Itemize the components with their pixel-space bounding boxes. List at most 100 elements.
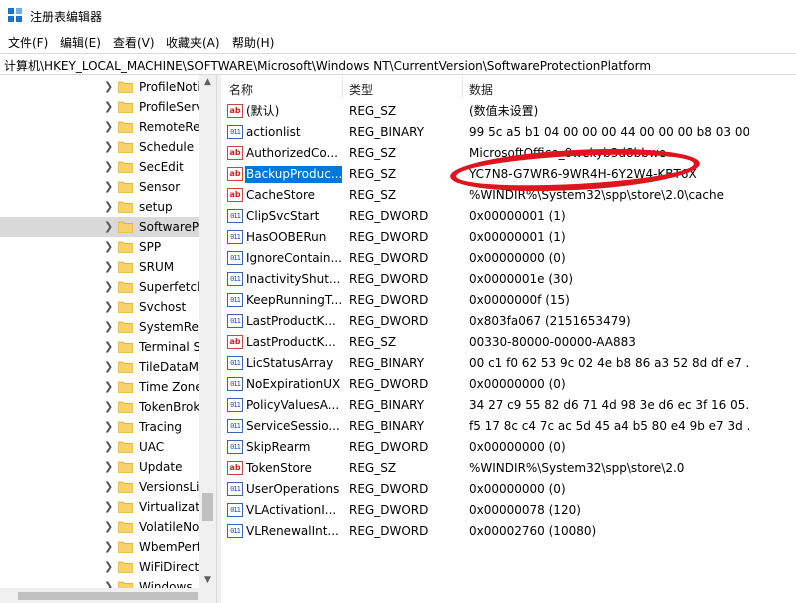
tree-item[interactable]: ❯ Schedule — [0, 137, 200, 157]
tree-item[interactable]: ❯ VolatileNotifications — [0, 517, 200, 537]
value-name: IgnoreContain... — [246, 251, 342, 265]
chevron-right-icon[interactable]: ❯ — [104, 200, 114, 213]
tree-item[interactable]: ❯ TileDataModel — [0, 357, 200, 377]
chevron-right-icon[interactable]: ❯ — [104, 440, 114, 453]
chevron-right-icon[interactable]: ❯ — [104, 100, 114, 113]
tree-item[interactable]: ❯ UAC — [0, 437, 200, 457]
tree-horizontal-scrollbar[interactable] — [0, 588, 216, 603]
scroll-down-icon[interactable]: ▼ — [199, 573, 216, 588]
menu-file[interactable]: 文件(F) — [8, 34, 48, 51]
table-row[interactable]: ab (默认) REG_SZ (数值未设置) — [221, 101, 796, 122]
tree-item[interactable]: ❯ TokenBroker — [0, 397, 200, 417]
table-row[interactable]: 011 UserOperations REG_DWORD 0x00000000 (0) — [221, 479, 796, 500]
table-row[interactable]: 011 SkipRearm REG_DWORD 0x00000000 (0) — [221, 437, 796, 458]
value-name: CacheStore — [246, 188, 316, 202]
table-row[interactable]: 011 PolicyValuesA... REG_BINARY 34 27 c9 55… — [221, 395, 796, 416]
tree-item-label: Sensor — [139, 180, 181, 194]
table-row[interactable]: 011 KeepRunningT... REG_DWORD 0x0000000f (1… — [221, 290, 796, 311]
tree-item[interactable]: ❯ Superfetch — [0, 277, 200, 297]
column-separator[interactable] — [342, 77, 343, 98]
tree-item[interactable]: ❯ SecEdit — [0, 157, 200, 177]
scroll-up-icon[interactable]: ▲ — [199, 75, 216, 90]
tree-item[interactable]: ❯ VersionsList — [0, 477, 200, 497]
chevron-right-icon[interactable]: ❯ — [104, 140, 114, 153]
column-name[interactable]: 名称 — [229, 81, 253, 98]
tree-item[interactable]: ❯ Virtualization — [0, 497, 200, 517]
table-row[interactable]: ab BackupProduc... REG_SZ YC7N8-G7WR6-9WR4H… — [221, 164, 796, 185]
tree-item[interactable]: ❯ WbemPerf — [0, 537, 200, 557]
menu-edit[interactable]: 编辑(E) — [60, 34, 101, 51]
column-data[interactable]: 数据 — [469, 81, 493, 98]
column-separator[interactable] — [462, 77, 463, 98]
table-row[interactable]: 011 ClipSvcStart REG_DWORD 0x00000001 (1) — [221, 206, 796, 227]
tree-item[interactable]: ❯ ProfileService — [0, 97, 200, 117]
chevron-right-icon[interactable]: ❯ — [104, 220, 114, 233]
address-path[interactable]: 计算机\HKEY_LOCAL_MACHINE\SOFTWARE\Microsof… — [4, 57, 651, 74]
tree-item[interactable]: ❯ RemoteRegistry — [0, 117, 200, 137]
tree-item[interactable]: ❯ Terminal Server — [0, 337, 200, 357]
tree-item[interactable]: ❯ SRUM — [0, 257, 200, 277]
table-row[interactable]: 011 LicStatusArray REG_BINARY 00 c1 f0 62 5… — [221, 353, 796, 374]
chevron-right-icon[interactable]: ❯ — [104, 360, 114, 373]
table-row[interactable]: ab TokenStore REG_SZ %WINDIR%\System32\spp\… — [221, 458, 796, 479]
value-type: REG_DWORD — [349, 524, 429, 538]
chevron-right-icon[interactable]: ❯ — [104, 120, 114, 133]
chevron-right-icon[interactable]: ❯ — [104, 300, 114, 313]
value-list[interactable]: 名称 类型 数据 ab (默认) REG_SZ (数值未设置) 011 actionlis… — [221, 75, 796, 603]
table-row[interactable]: 011 VLActivationI... REG_DWORD 0x00000078 (… — [221, 500, 796, 521]
table-row[interactable]: 011 ServiceSessio... REG_BINARY f5 17 8c c4… — [221, 416, 796, 437]
chevron-right-icon[interactable]: ❯ — [104, 380, 114, 393]
tree-item[interactable]: ❯ SystemRestore — [0, 317, 200, 337]
table-row[interactable]: 011 HasOOBERun REG_DWORD 0x00000001 (1) — [221, 227, 796, 248]
tree-vertical-scrollbar[interactable]: ▲ ▼ — [199, 75, 216, 588]
folder-icon — [118, 101, 133, 113]
chevron-right-icon[interactable]: ❯ — [104, 180, 114, 193]
menu-favorites[interactable]: 收藏夹(A) — [166, 34, 220, 51]
table-row[interactable]: ab LastProductK... REG_SZ 00330-80000-00000… — [221, 332, 796, 353]
folder-icon — [118, 241, 133, 253]
tree-item[interactable]: ❯ setup — [0, 197, 200, 217]
chevron-right-icon[interactable]: ❯ — [104, 520, 114, 533]
address-bar[interactable]: 计算机\HKEY_LOCAL_MACHINE\SOFTWARE\Microsof… — [0, 53, 796, 75]
chevron-right-icon[interactable]: ❯ — [104, 80, 114, 93]
tree-item[interactable]: ❯ WiFiDirectAPI — [0, 557, 200, 577]
chevron-right-icon[interactable]: ❯ — [104, 340, 114, 353]
table-row[interactable]: 011 InactivityShut... REG_DWORD 0x0000001e … — [221, 269, 796, 290]
chevron-right-icon[interactable]: ❯ — [104, 260, 114, 273]
tree-item[interactable]: ❯ Update — [0, 457, 200, 477]
column-type[interactable]: 类型 — [349, 81, 373, 98]
menu-view[interactable]: 查看(V) — [113, 34, 155, 51]
chevron-right-icon[interactable]: ❯ — [104, 560, 114, 573]
chevron-right-icon[interactable]: ❯ — [104, 420, 114, 433]
tree-item[interactable]: ❯ Tracing — [0, 417, 200, 437]
tree-item-label: SystemRestore — [139, 320, 199, 334]
table-row[interactable]: 011 LastProductK... REG_DWORD 0x803fa067 (2… — [221, 311, 796, 332]
chevron-right-icon[interactable]: ❯ — [104, 240, 114, 253]
tree-item[interactable]: ❯ Time Zones — [0, 377, 200, 397]
tree-item[interactable]: ❯ Svchost — [0, 297, 200, 317]
key-tree[interactable]: ❯ ProfileNotification ❯ ProfileService ❯ Remo… — [0, 75, 216, 603]
hscroll-thumb[interactable] — [18, 592, 198, 600]
table-row[interactable]: 011 actionlist REG_BINARY 99 5c a5 b1 04 00… — [221, 122, 796, 143]
chevron-right-icon[interactable]: ❯ — [104, 460, 114, 473]
table-row[interactable]: 011 NoExpirationUX REG_DWORD 0x00000000 (0) — [221, 374, 796, 395]
tree-item[interactable]: ❯ Sensor — [0, 177, 200, 197]
chevron-right-icon[interactable]: ❯ — [104, 480, 114, 493]
chevron-right-icon[interactable]: ❯ — [104, 320, 114, 333]
value-data: %WINDIR%\System32\spp\store\2.0\cache — [469, 188, 724, 202]
tree-item[interactable]: ❯ ProfileNotification — [0, 77, 200, 97]
table-row[interactable]: 011 VLRenewalInt... REG_DWORD 0x00002760 (1… — [221, 521, 796, 542]
table-row[interactable]: 011 IgnoreContain... REG_DWORD 0x00000000 (… — [221, 248, 796, 269]
table-row[interactable]: ab AuthorizedCo... REG_SZ MicrosoftOffice_8… — [221, 143, 796, 164]
chevron-right-icon[interactable]: ❯ — [104, 500, 114, 513]
scroll-thumb[interactable] — [202, 493, 213, 521]
tree-item[interactable]: ❯ SoftwareProtectionPlatform — [0, 217, 200, 237]
chevron-right-icon[interactable]: ❯ — [104, 400, 114, 413]
chevron-right-icon[interactable]: ❯ — [104, 280, 114, 293]
chevron-right-icon[interactable]: ❯ — [104, 540, 114, 553]
tree-item[interactable]: ❯ SPP — [0, 237, 200, 257]
chevron-right-icon[interactable]: ❯ — [104, 160, 114, 173]
folder-icon — [118, 81, 133, 93]
menu-help[interactable]: 帮助(H) — [232, 34, 274, 51]
table-row[interactable]: ab CacheStore REG_SZ %WINDIR%\System32\spp\… — [221, 185, 796, 206]
